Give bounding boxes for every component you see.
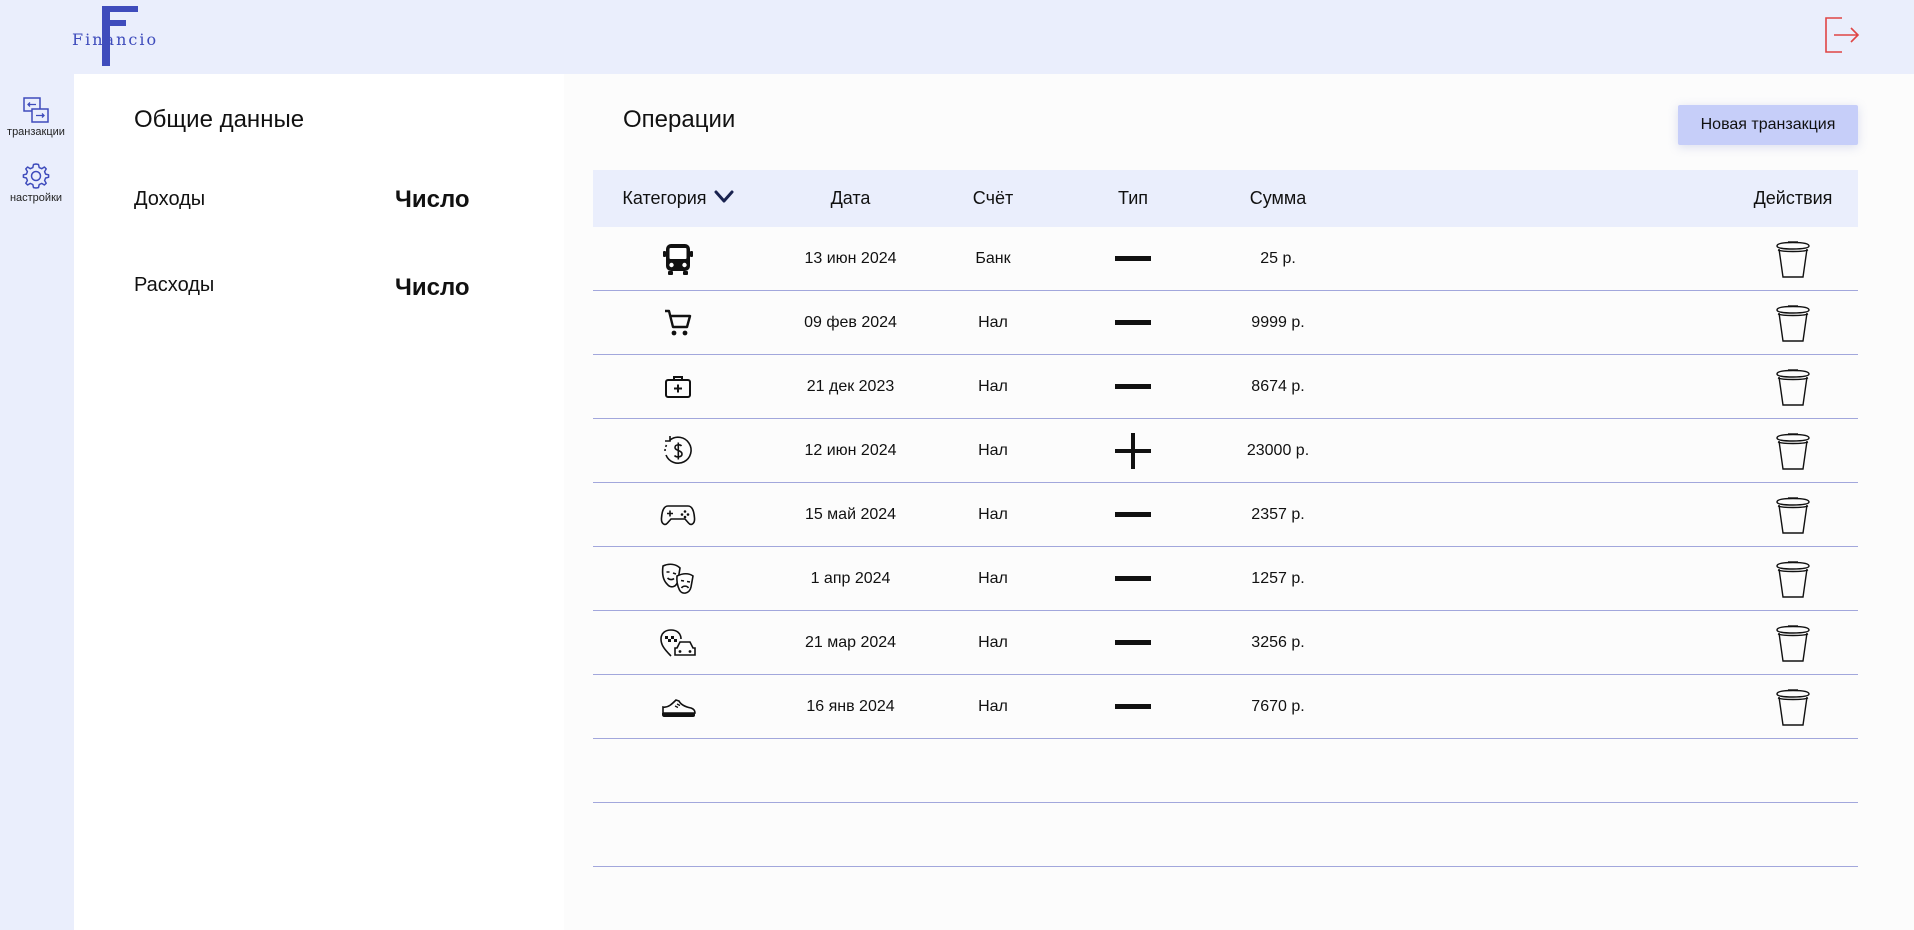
gamepad-icon xyxy=(593,483,763,547)
minus-icon xyxy=(1048,227,1218,291)
table-row[interactable]: 12 июн 2024 Нал 23000 р. xyxy=(593,419,1858,483)
row-date: 09 фев 2024 xyxy=(804,314,897,331)
transactions-icon xyxy=(23,97,49,123)
medical-kit-icon xyxy=(593,355,763,419)
table-row[interactable]: 16 янв 2024 Нал 7670 р. xyxy=(593,675,1858,739)
row-date: 16 янв 2024 xyxy=(806,698,895,715)
row-date: 13 июн 2024 xyxy=(804,250,897,267)
minus-icon xyxy=(1048,675,1218,739)
logo-text: Financio xyxy=(72,30,159,49)
sidebar-item-settings[interactable]: настройки xyxy=(0,162,72,204)
table-row[interactable]: 1 апр 2024 Нал 1257 р. xyxy=(593,547,1858,611)
top-bar: Financio xyxy=(0,0,1914,74)
delete-icon[interactable] xyxy=(1728,611,1858,675)
bus-icon xyxy=(593,227,763,291)
minus-icon xyxy=(1048,483,1218,547)
row-amount: 2357 р. xyxy=(1251,506,1305,523)
shopping-cart-icon xyxy=(593,291,763,355)
column-header-actions: Действия xyxy=(1753,188,1833,208)
operations-title: Операции xyxy=(623,106,736,133)
row-account: Нал xyxy=(978,634,1008,651)
empty-table-row xyxy=(593,739,1858,803)
plus-icon xyxy=(1048,419,1218,483)
delete-icon[interactable] xyxy=(1728,547,1858,611)
row-amount: 23000 р. xyxy=(1246,442,1310,459)
column-header-date[interactable]: Дата xyxy=(763,170,938,227)
column-header-category-label: Категория xyxy=(622,188,707,208)
logout-button[interactable] xyxy=(1822,16,1860,54)
app-logo[interactable]: Financio xyxy=(72,4,168,68)
delete-icon[interactable] xyxy=(1728,227,1858,291)
expense-label: Расходы xyxy=(134,274,215,296)
summary-title: Общие данные xyxy=(134,106,305,133)
row-amount: 25 р. xyxy=(1260,250,1296,267)
row-amount: 1257 р. xyxy=(1251,570,1305,587)
theater-masks-icon xyxy=(593,547,763,611)
table-row[interactable]: 21 дек 2023 Нал 8674 р. xyxy=(593,355,1858,419)
income-value: Число xyxy=(395,186,470,213)
row-account: Нал xyxy=(978,378,1008,395)
row-account: Нал xyxy=(978,314,1008,331)
column-header-amount[interactable]: Сумма xyxy=(1218,170,1338,227)
summary-panel: Общие данные Доходы Число Расходы Число xyxy=(74,74,564,930)
column-header-category[interactable]: Категория xyxy=(593,170,763,227)
row-account: Нал xyxy=(978,570,1008,587)
income-label: Доходы xyxy=(134,188,206,210)
row-amount: 8674 р. xyxy=(1251,378,1305,395)
row-amount: 3256 р. xyxy=(1251,634,1305,651)
sidebar: транзакции настройки xyxy=(0,74,74,930)
minus-icon xyxy=(1048,547,1218,611)
row-date: 12 июн 2024 xyxy=(804,442,897,459)
row-date: 1 апр 2024 xyxy=(810,570,891,587)
chevron-down-icon[interactable] xyxy=(714,189,734,205)
table-row[interactable]: 13 июн 2024 Банк 25 р. xyxy=(593,227,1858,291)
taxi-icon xyxy=(593,611,763,675)
row-amount: 9999 р. xyxy=(1251,314,1305,331)
column-header-account[interactable]: Счёт xyxy=(938,170,1048,227)
delete-icon[interactable] xyxy=(1728,291,1858,355)
minus-icon xyxy=(1048,291,1218,355)
settings-gear-icon xyxy=(22,163,50,189)
delete-icon[interactable] xyxy=(1728,419,1858,483)
row-date: 15 май 2024 xyxy=(804,506,897,523)
sidebar-item-label: транзакции xyxy=(7,126,65,138)
empty-table-row xyxy=(593,803,1858,867)
sidebar-item-label: настройки xyxy=(9,192,63,204)
delete-icon[interactable] xyxy=(1728,675,1858,739)
minus-icon xyxy=(1048,611,1218,675)
delete-icon[interactable] xyxy=(1728,355,1858,419)
sidebar-item-transactions[interactable]: транзакции xyxy=(0,96,72,138)
row-account: Нал xyxy=(978,442,1008,459)
operations-table: Категория Дата Счёт Тип Сумма Действия 1… xyxy=(593,170,1858,867)
logout-icon xyxy=(1825,17,1860,53)
row-account: Банк xyxy=(975,250,1011,267)
new-transaction-button[interactable]: Новая транзакция xyxy=(1678,105,1858,145)
row-amount: 7670 р. xyxy=(1251,698,1305,715)
row-date: 21 дек 2023 xyxy=(806,378,895,395)
table-row[interactable]: 15 май 2024 Нал 2357 р. xyxy=(593,483,1858,547)
table-row[interactable]: 21 мар 2024 Нал 3256 р. xyxy=(593,611,1858,675)
row-date: 21 мар 2024 xyxy=(804,634,897,651)
table-row[interactable]: 09 фев 2024 Нал 9999 р. xyxy=(593,291,1858,355)
refund-dollar-icon xyxy=(593,419,763,483)
minus-icon xyxy=(1048,355,1218,419)
row-account: Нал xyxy=(978,506,1008,523)
delete-icon[interactable] xyxy=(1728,483,1858,547)
table-header: Категория Дата Счёт Тип Сумма Действия xyxy=(593,170,1858,227)
sneaker-icon xyxy=(593,675,763,739)
row-account: Нал xyxy=(978,698,1008,715)
expense-value: Число xyxy=(395,274,470,301)
table-body: 13 июн 2024 Банк 25 р. 09 фев 2024 Нал 9999 р… xyxy=(593,227,1858,867)
column-header-type[interactable]: Тип xyxy=(1048,170,1218,227)
